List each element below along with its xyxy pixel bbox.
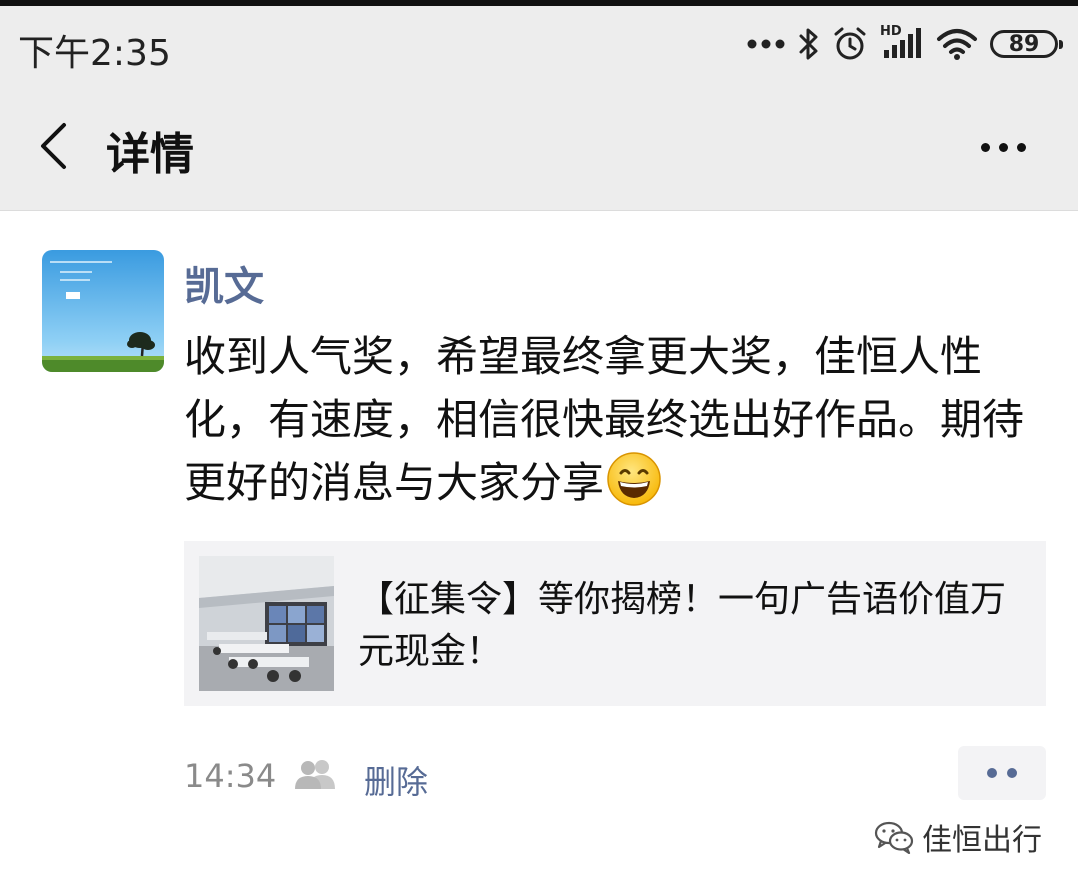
comment-like-button[interactable]: [958, 746, 1046, 800]
wifi-icon: [936, 27, 978, 61]
bluetooth-icon: [798, 27, 820, 61]
status-bar: 下午2:35 HD 89: [0, 6, 1078, 80]
hd-signal-icon: HD: [880, 24, 924, 62]
delete-button[interactable]: 删除: [364, 757, 428, 803]
post-text: 收到人气奖，希望最终拿更大奖，佳恒人性化，有速度，相信很快最终选出好作品。期待更…: [184, 325, 1054, 524]
post-body: 收到人气奖，希望最终拿更大奖，佳恒人性化，有速度，相信很快最终选出好作品。期待更…: [184, 332, 1025, 507]
watermark-text: 佳恒出行: [922, 823, 1042, 858]
link-title: 【征集令】等你揭榜！一句广告语价值万元现金！: [358, 579, 1007, 672]
action-dot-icon: [987, 768, 997, 778]
battery-level: 89: [1008, 31, 1040, 57]
author-name[interactable]: 凯文: [184, 254, 264, 312]
post-timestamp: 14:34: [184, 757, 277, 795]
more-dot-icon: [1016, 142, 1026, 152]
wechat-icon: [874, 821, 914, 854]
nav-bar: 详情: [0, 80, 1078, 211]
status-icons: HD 89: [746, 22, 1063, 66]
grinning-face-icon: [606, 451, 662, 524]
alarm-icon: [832, 26, 868, 62]
chevron-left-icon: [41, 123, 66, 169]
watermark: 佳恒出行: [874, 815, 1042, 859]
more-options-button[interactable]: [968, 130, 1038, 164]
shared-link-card[interactable]: 【征集令】等你揭榜！一句广告语价值万元现金！: [184, 541, 1046, 706]
link-thumbnail: [199, 556, 334, 691]
status-time: 下午2:35: [18, 33, 171, 74]
page-title: 详情: [106, 129, 194, 180]
more-dots-icon: [746, 38, 786, 50]
action-dot-icon: [1007, 768, 1017, 778]
battery-icon: 89: [990, 30, 1063, 58]
avatar[interactable]: [42, 250, 164, 372]
more-dot-icon: [998, 142, 1008, 152]
more-dot-icon: [980, 142, 990, 152]
back-button[interactable]: [28, 116, 78, 176]
friends-visibility-icon[interactable]: [293, 759, 339, 793]
